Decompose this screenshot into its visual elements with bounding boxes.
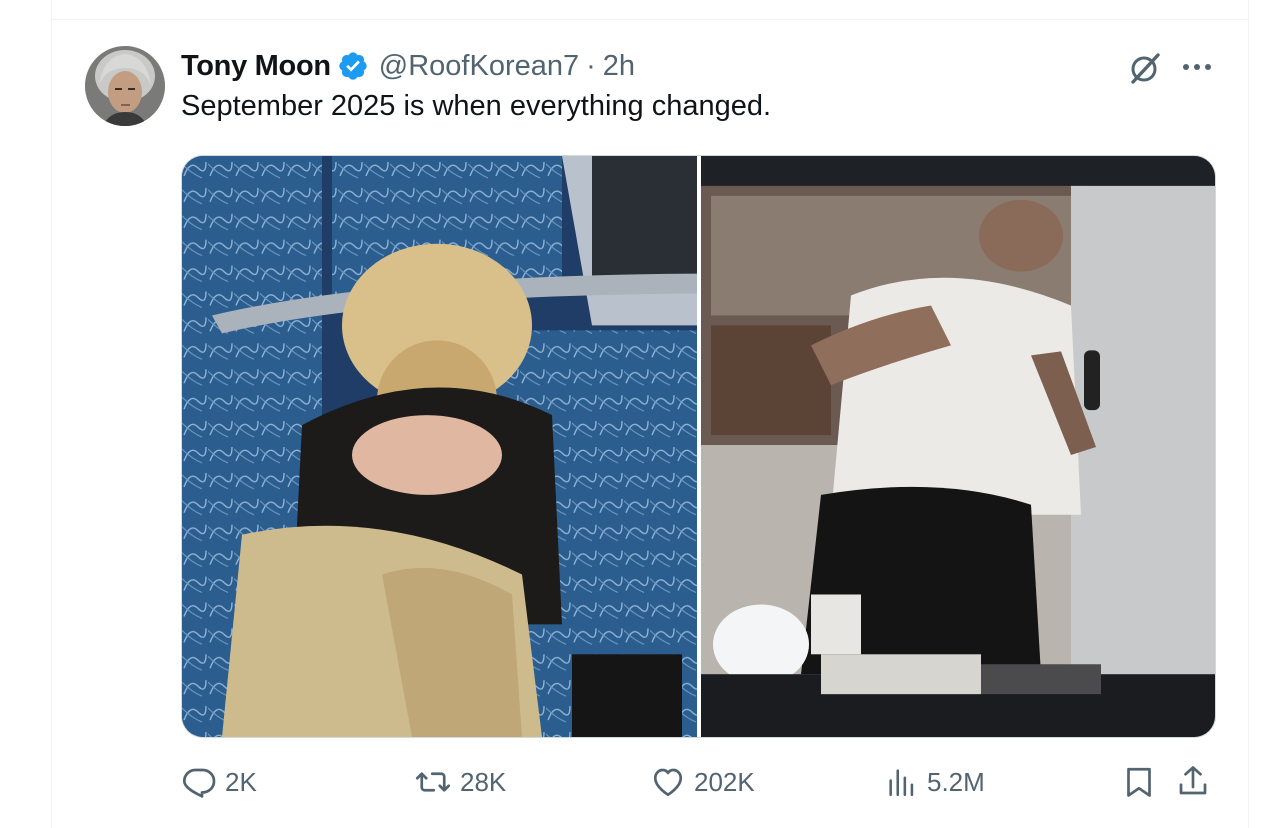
post-time[interactable]: 2h xyxy=(603,50,635,83)
avatar[interactable] xyxy=(85,46,165,126)
media-photo-left[interactable] xyxy=(182,156,697,737)
repost-count: 28K xyxy=(460,766,507,797)
media-photo-right[interactable] xyxy=(701,156,1215,737)
bookmark-icon[interactable] xyxy=(1121,764,1157,805)
avatar-image xyxy=(85,46,165,126)
media-grid xyxy=(181,155,1216,738)
views-icon xyxy=(889,769,914,797)
like-count: 202K xyxy=(694,766,755,797)
reply-icon xyxy=(182,768,216,798)
author-handle[interactable]: @RoofKorean7 xyxy=(379,50,579,83)
verified-badge-icon[interactable] xyxy=(337,50,369,82)
dot-separator: · xyxy=(586,49,596,82)
grok-icon[interactable] xyxy=(1127,50,1163,86)
like-button[interactable]: 202K xyxy=(650,760,755,804)
divider xyxy=(52,19,1248,20)
action-bar: 2K 28K 202K 5.2M xyxy=(181,760,1216,804)
share-icon[interactable] xyxy=(1175,763,1211,804)
photo-right xyxy=(701,156,1215,737)
reply-count: 2K xyxy=(225,766,257,797)
views-count: 5.2M xyxy=(927,766,985,797)
heart-icon xyxy=(653,768,683,797)
repost-button[interactable]: 28K xyxy=(414,760,506,804)
repost-icon xyxy=(415,772,451,792)
more-icon[interactable] xyxy=(1180,56,1216,78)
tweet-text: September 2025 is when everything change… xyxy=(181,90,772,122)
photo-left xyxy=(182,156,697,737)
tweet-header: Tony Moon @RoofKorean7 · 2h xyxy=(181,48,635,84)
author-name[interactable]: Tony Moon xyxy=(181,50,331,83)
reply-button[interactable]: 2K xyxy=(181,760,257,804)
views-button[interactable]: 5.2M xyxy=(885,760,985,804)
